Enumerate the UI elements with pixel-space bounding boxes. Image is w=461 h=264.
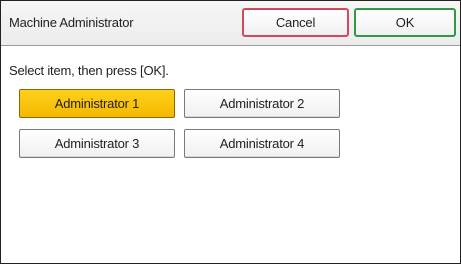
ok-button[interactable]: OK: [354, 8, 456, 37]
instruction-text: Select item, then press [OK].: [9, 63, 169, 78]
cancel-button[interactable]: Cancel: [242, 8, 349, 37]
administrator-3-button[interactable]: Administrator 3: [19, 129, 175, 158]
dialog-title: Machine Administrator: [9, 15, 134, 30]
administrator-4-button[interactable]: Administrator 4: [184, 129, 340, 158]
administrator-2-button[interactable]: Administrator 2: [184, 89, 340, 118]
dialog-frame: Machine Administrator Cancel OK Select i…: [0, 0, 461, 264]
dialog-header: Machine Administrator Cancel OK: [1, 1, 460, 46]
administrator-1-button[interactable]: Administrator 1: [19, 89, 175, 118]
